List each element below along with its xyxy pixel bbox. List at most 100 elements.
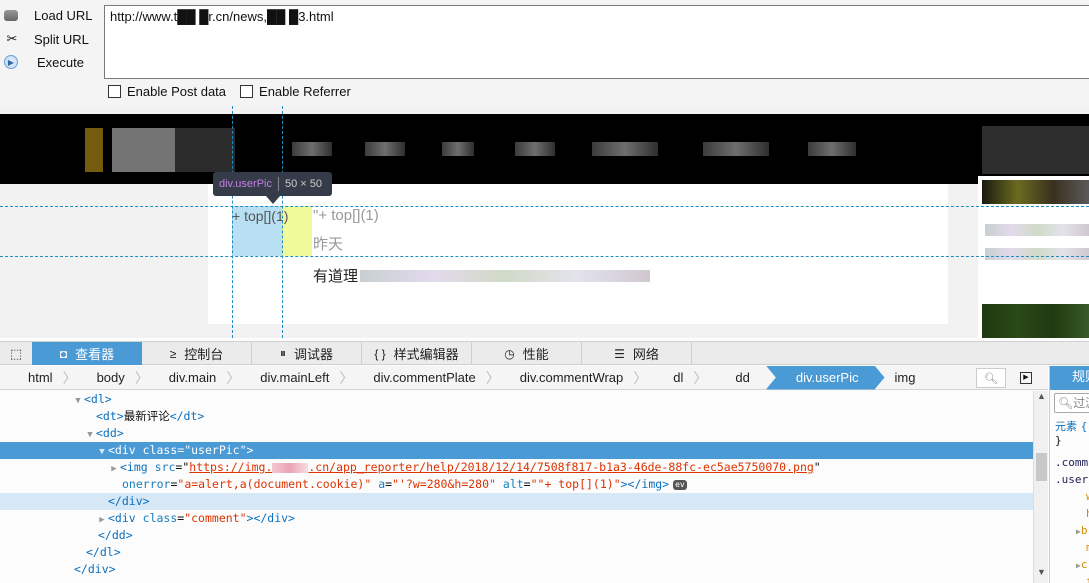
tag-text: ></img> <box>620 477 670 491</box>
breadcrumb-label: body <box>96 370 125 385</box>
split-url-button[interactable]: ✂ Split URL <box>0 28 100 50</box>
load-url-icon <box>4 10 18 21</box>
event-badge[interactable]: ev <box>673 479 687 490</box>
breadcrumb-item[interactable]: img <box>885 366 928 390</box>
checkbox-box[interactable] <box>108 85 121 98</box>
breadcrumb-label: div.userPic <box>795 370 859 385</box>
toggle-sidebar-button[interactable]: ▶ <box>1020 372 1032 384</box>
breadcrumb-label: div.commentPlate <box>373 370 476 385</box>
attr-value: "a=alert,a(document.cookie)" <box>177 477 372 491</box>
markup-node-userpic-selected[interactable]: ▼ <div class="userPic"> <box>0 442 1033 459</box>
comment-card <box>208 184 948 324</box>
tab-style-editor[interactable]: { } 样式编辑器 <box>362 342 472 365</box>
nav-item-redacted[interactable] <box>365 142 405 156</box>
infobar-tag: div.userPic <box>219 178 272 190</box>
tab-inspector[interactable]: ◘ 查看器 <box>32 342 142 365</box>
chevron-down-icon[interactable]: ▼ <box>1034 567 1049 581</box>
load-url-button[interactable]: Load URL <box>0 4 100 26</box>
markup-node-img[interactable]: ▶ <img src="https://img. .cn/app_reporter/… <box>0 459 1033 476</box>
chevron-up-icon[interactable]: ▲ <box>1034 391 1049 405</box>
tab-label: 查看器 <box>75 347 115 362</box>
enable-post-data-checkbox[interactable]: Enable Post data <box>108 84 226 99</box>
sidebar-toggle-icon: ▶ <box>1023 374 1029 381</box>
tab-debugger[interactable]: ⏸ 调试器 <box>252 342 362 365</box>
tag-text: <dt> <box>96 409 124 423</box>
breadcrumb-label: dl <box>673 370 684 385</box>
tab-label: 样式编辑器 <box>393 347 459 362</box>
breadcrumb-label: dd <box>735 370 750 385</box>
breadcrumb-item[interactable]: div.commentWrap 〉 <box>512 366 660 390</box>
markup-node-dl-close[interactable]: </dl> <box>0 544 1033 561</box>
rule-element: 元素 { <box>1055 420 1088 433</box>
markup-node-outer-div-close[interactable]: </div> <box>0 561 1033 578</box>
markup-node-dl[interactable]: ▼ <dl> <box>0 391 1033 408</box>
chevron-right-icon: 〉 <box>62 369 77 386</box>
load-url-label: Load URL <box>34 7 93 23</box>
comment-text: 有道理 <box>313 268 359 285</box>
markup-node-div-close[interactable]: </div> <box>0 493 1033 510</box>
breadcrumb-item[interactable]: html 〉 <box>0 366 89 390</box>
enable-referrer-checkbox[interactable]: Enable Referrer <box>240 84 351 99</box>
breadcrumb-label: div.main <box>168 370 217 385</box>
breadcrumb-label: img <box>894 370 916 385</box>
rule-property[interactable]: ▶b <box>1076 524 1087 537</box>
element-picker-button[interactable]: ⬚ <box>0 342 32 365</box>
nav-item-redacted[interactable] <box>292 142 332 156</box>
tab-label: 控制台 <box>184 347 224 362</box>
nav-item-redacted[interactable] <box>515 142 555 156</box>
url-textarea[interactable]: http://www.t██ █r.cn/news,██ █3.html <box>104 5 1089 79</box>
comment-date: 昨天 <box>313 236 344 253</box>
execute-button[interactable]: ▶ Execute <box>0 51 100 73</box>
redacted-domain <box>272 462 309 473</box>
sidebar-text-redacted <box>985 224 1089 236</box>
rule-property[interactable]: ▶c <box>1076 558 1087 571</box>
attr-name: alt <box>502 477 524 491</box>
scrollbar-thumb[interactable] <box>1036 453 1047 481</box>
breadcrumb-item[interactable]: body 〉 <box>89 366 161 390</box>
guide-line-left <box>232 106 233 338</box>
tabbar-spacer <box>692 342 1089 364</box>
attr-name: a <box>378 477 386 491</box>
search-icon: 🔍︎ <box>984 372 998 385</box>
sidebar-image-redacted[interactable] <box>982 304 1089 338</box>
markup-node-comment[interactable]: ▶ <div class="comment"></div> <box>0 510 1033 527</box>
nav-item-redacted[interactable] <box>703 142 769 156</box>
tab-console[interactable]: ≥ 控制台 <box>142 342 252 365</box>
rule-selector[interactable]: .comm <box>1055 456 1088 469</box>
tab-rules[interactable]: 规则 <box>1050 366 1089 390</box>
img-src-link[interactable]: https://img. .cn/app_reporter/help/2018/1… <box>189 460 814 474</box>
search-html-button[interactable]: 🔍︎ <box>976 368 1006 388</box>
nav-item-redacted[interactable] <box>808 142 856 156</box>
tag-text: </div> <box>108 494 150 508</box>
tab-performance[interactable]: ◷ 性能 <box>472 342 582 365</box>
breadcrumb-item[interactable]: div.commentPlate 〉 <box>365 366 511 390</box>
markup-node-dd[interactable]: ▼ <dd> <box>0 425 1033 442</box>
tag-text: </div> <box>74 562 116 576</box>
chevron-right-icon: 〉 <box>633 369 648 386</box>
rule-selector[interactable]: .user <box>1055 473 1088 486</box>
sidebar-image-redacted[interactable] <box>982 180 1089 204</box>
page-viewport: + top[](1) "+ top[](1) 昨天 有道理 div.userPi… <box>0 106 1089 338</box>
breadcrumb-item[interactable]: dl 〉 <box>659 366 719 390</box>
markup-node-dd-close[interactable]: </dd> <box>0 527 1033 544</box>
breadcrumb-item-active[interactable]: div.userPic <box>766 366 885 390</box>
breadcrumb-item[interactable]: dd <box>719 366 765 390</box>
checkbox-box[interactable] <box>240 85 254 98</box>
markup-node-img-attrs[interactable]: onerror="a=alert,a(document.cookie)" a="… <box>0 476 1033 493</box>
property-name: c <box>1080 558 1088 571</box>
nav-item-redacted[interactable] <box>592 142 658 156</box>
filter-placeholder: 过滤样式 <box>1073 396 1089 410</box>
markup-view[interactable]: ▼ <dl> <dt>最新评论</dt> ▼ <dd> ▼ <div class="u… <box>0 391 1033 583</box>
tag-text: <dd> <box>96 426 124 440</box>
breadcrumb-item[interactable]: div.main 〉 <box>161 366 252 390</box>
markup-node-dt[interactable]: <dt>最新评论</dt> <box>0 408 1033 425</box>
nav-item-redacted[interactable] <box>442 142 474 156</box>
filter-styles-input[interactable]: 🔍︎过滤样式 <box>1054 393 1089 413</box>
userpic-alt-text: + top[](1) <box>232 208 289 224</box>
guide-line-top <box>0 206 1089 207</box>
markup-scrollbar[interactable]: ▲ ▼ <box>1033 391 1048 583</box>
tab-network[interactable]: ☰ 网络 <box>582 342 692 365</box>
breadcrumb-item[interactable]: div.mainLeft 〉 <box>252 366 365 390</box>
play-circle-icon: ▶ <box>4 55 18 69</box>
tag-text: </dd> <box>98 528 133 542</box>
